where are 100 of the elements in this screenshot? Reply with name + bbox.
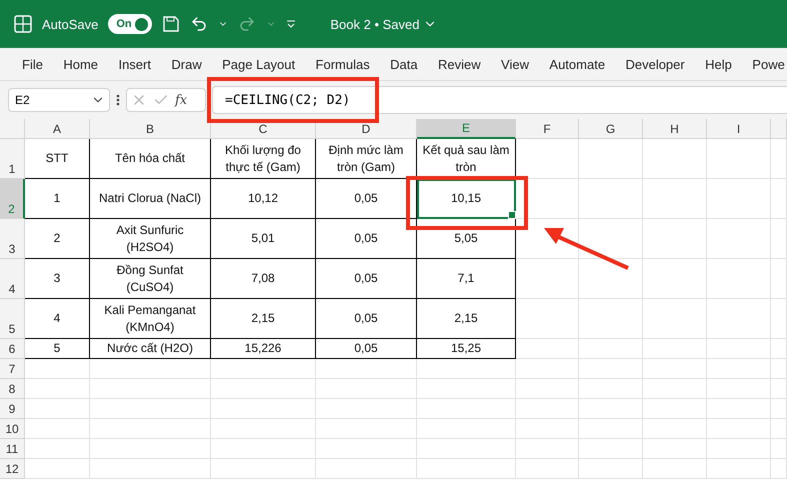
- empty-cell: [643, 379, 707, 399]
- empty-cell: [516, 179, 579, 219]
- empty-cell: [579, 179, 643, 219]
- empty-cell: [516, 259, 579, 299]
- empty-cell: [771, 259, 787, 299]
- empty-cell: [771, 299, 787, 339]
- row-header[interactable]: 1: [0, 139, 25, 179]
- empty-cell: [516, 299, 579, 339]
- column-header[interactable]: G: [579, 119, 643, 139]
- empty-cell: [516, 399, 579, 419]
- ribbon-tab[interactable]: View: [501, 56, 529, 72]
- empty-cell: [516, 359, 579, 379]
- empty-cell: [579, 139, 643, 179]
- autosave-label: AutoSave: [42, 16, 98, 32]
- excel-logo-icon: [14, 15, 32, 33]
- table-cell: 10,12: [211, 179, 316, 219]
- empty-cell: [771, 379, 787, 399]
- formula-input[interactable]: =CEILING(C2; D2): [212, 86, 787, 114]
- ribbon-tab[interactable]: Automate: [549, 56, 606, 72]
- empty-cell: [707, 439, 771, 459]
- empty-cell: [707, 179, 771, 219]
- ribbon-tab[interactable]: Data: [390, 56, 418, 72]
- row-header[interactable]: 12: [0, 459, 25, 479]
- insert-function-button[interactable]: fx: [175, 92, 188, 108]
- empty-cell: [771, 399, 787, 419]
- ribbon-tab[interactable]: Page Layout: [222, 56, 296, 72]
- autosave-toggle[interactable]: On: [108, 14, 152, 34]
- empty-cell: [707, 399, 771, 419]
- customize-menu-icon[interactable]: [286, 19, 296, 29]
- empty-cell: [771, 419, 787, 439]
- table-cell: Axit Sunfuric (H2SO4): [90, 219, 211, 259]
- empty-cell: [771, 439, 787, 459]
- table-cell: 5: [25, 339, 90, 359]
- ribbon-tab[interactable]: Developer: [625, 56, 685, 72]
- row-header[interactable]: 10: [0, 419, 25, 439]
- table-cell: 10,15: [417, 179, 516, 219]
- empty-cell: [579, 419, 643, 439]
- table-cell: Tên hóa chất: [90, 139, 211, 179]
- empty-cell: [707, 299, 771, 339]
- table-cell: 2,15: [211, 299, 316, 339]
- column-header[interactable]: I: [707, 119, 771, 139]
- table-cell: 0,05: [316, 179, 417, 219]
- empty-cell: [771, 219, 787, 259]
- empty-cell: [643, 179, 707, 219]
- ribbon-tab[interactable]: File: [22, 56, 43, 72]
- table-cell: 4: [25, 299, 90, 339]
- empty-cell: [516, 439, 579, 459]
- empty-cell: [579, 219, 643, 259]
- empty-cell: [771, 359, 787, 379]
- save-icon[interactable]: [162, 15, 180, 33]
- column-header[interactable]: H: [643, 119, 707, 139]
- row-header[interactable]: 8: [0, 379, 25, 399]
- ribbon-tab[interactable]: Powe: [752, 56, 785, 72]
- row-header[interactable]: 9: [0, 399, 25, 419]
- undo-icon[interactable]: [190, 15, 208, 33]
- empty-cell: [643, 419, 707, 439]
- empty-cell: [643, 359, 707, 379]
- empty-cell: [643, 339, 707, 359]
- fill-handle[interactable]: [508, 211, 516, 219]
- more-icon[interactable]: [116, 93, 120, 107]
- table-cell: 0,05: [316, 339, 417, 359]
- row-header[interactable]: 7: [0, 359, 25, 379]
- column-header[interactable]: F: [516, 119, 579, 139]
- empty-cell: [643, 139, 707, 179]
- ribbon-tab[interactable]: Draw: [171, 56, 202, 72]
- table-cell: Đồng Sunfat (CuSO4): [90, 259, 211, 299]
- empty-cell: [707, 379, 771, 399]
- table-cell: 0,05: [316, 299, 417, 339]
- row-header[interactable]: 6: [0, 339, 25, 359]
- empty-cell: [643, 439, 707, 459]
- row-header[interactable]: 11: [0, 439, 25, 459]
- empty-cell: [643, 399, 707, 419]
- column-header[interactable]: B: [90, 119, 211, 139]
- row-header[interactable]: 4: [0, 259, 25, 299]
- empty-cell: [579, 299, 643, 339]
- empty-cell: [707, 359, 771, 379]
- empty-cell: [643, 219, 707, 259]
- empty-cell: [771, 459, 787, 479]
- empty-cell: [643, 259, 707, 299]
- ribbon-tab[interactable]: Home: [63, 56, 98, 72]
- ribbon-tab[interactable]: Help: [705, 56, 732, 72]
- name-box[interactable]: E2: [8, 88, 110, 112]
- row-header[interactable]: 3: [0, 219, 25, 259]
- table-cell: 0,05: [316, 219, 417, 259]
- empty-cell: [771, 179, 787, 219]
- empty-cell: [579, 399, 643, 419]
- empty-cell: [707, 259, 771, 299]
- ribbon-tab[interactable]: Insert: [118, 56, 151, 72]
- table-cell: 2,15: [417, 299, 516, 339]
- table-cell: 15,25: [417, 339, 516, 359]
- document-title[interactable]: Book 2 • Saved: [330, 16, 438, 32]
- table-cell: 15,226: [211, 339, 316, 359]
- empty-cell: [579, 339, 643, 359]
- column-header[interactable]: A: [25, 119, 90, 139]
- ribbon-tab[interactable]: Formulas: [316, 56, 370, 72]
- ribbon-tab[interactable]: Review: [438, 56, 481, 72]
- table-cell: 7,08: [211, 259, 316, 299]
- row-header[interactable]: 5: [0, 299, 25, 339]
- empty-cell: [579, 379, 643, 399]
- empty-cell: [579, 439, 643, 459]
